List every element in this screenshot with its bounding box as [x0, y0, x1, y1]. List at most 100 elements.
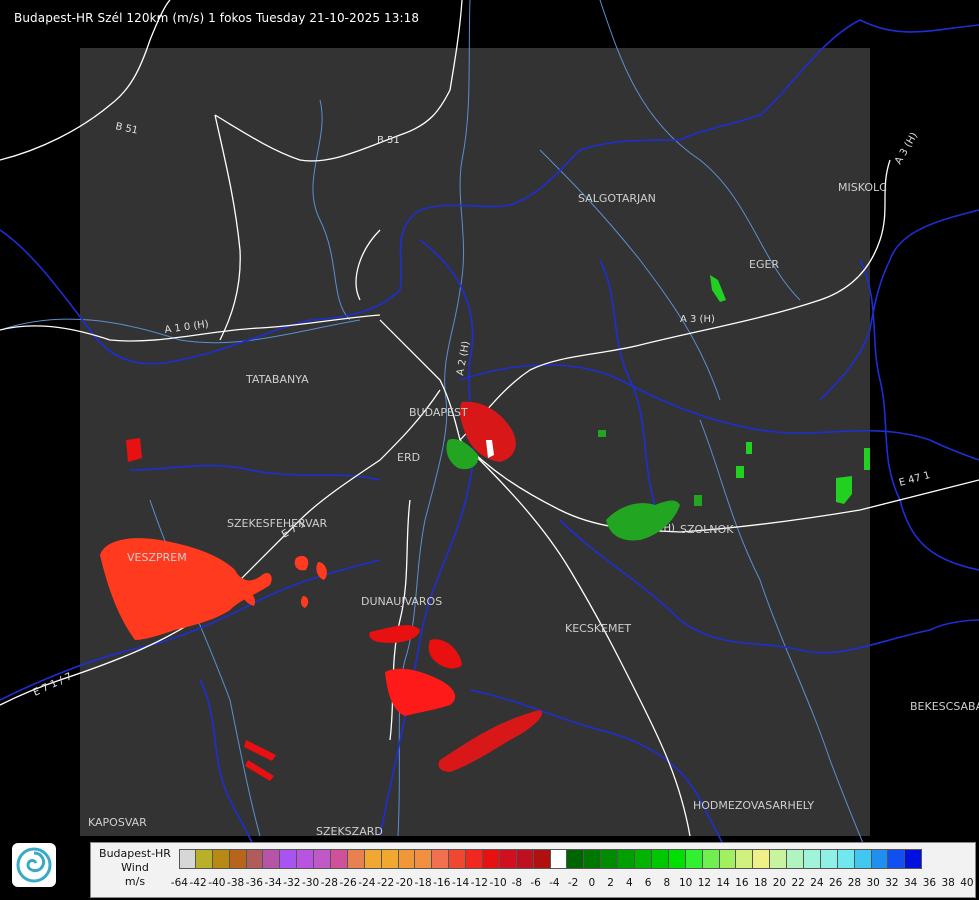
- legend-swatch: [618, 849, 636, 869]
- legend-tick-label: -24: [358, 877, 376, 889]
- legend-swatch: [736, 849, 754, 869]
- legend-ticks: -64 -42 -40 -38 -36 -34 -32 -30 -28 -26 -24 -22 -20-…: [170, 877, 979, 891]
- city-label: SZOLNOK: [680, 523, 734, 536]
- road-label: B 51: [114, 121, 139, 136]
- road-label: B 51: [377, 135, 400, 146]
- city-label: BUDAPEST: [409, 406, 468, 419]
- legend-swatch: [347, 849, 365, 869]
- legend-tick-label: 24: [810, 877, 824, 889]
- road-label: A 3 (H): [893, 131, 920, 167]
- legend-swatch: [905, 849, 923, 869]
- legend-title-line: Wind: [121, 861, 149, 874]
- legend-swatch: [499, 849, 517, 869]
- road-label: A 1 0 (H): [164, 319, 210, 336]
- legend-tick-label: -16: [433, 877, 451, 889]
- city-label: VESZPREM: [127, 551, 187, 564]
- legend-swatch: [229, 849, 247, 869]
- echo-somogy-1: [244, 740, 276, 761]
- legend-swatch: [753, 849, 771, 869]
- legend-tick-label: 14: [716, 877, 730, 889]
- legend-tick-label: -4: [549, 877, 560, 889]
- legend-swatch: [483, 849, 500, 869]
- legend-swatch: [702, 849, 720, 869]
- legend-tick-label: 10: [678, 877, 693, 889]
- legend-tick-label: -14: [452, 877, 470, 889]
- city-label: DUNAUJVAROS: [361, 595, 442, 608]
- legend-swatch: [719, 849, 737, 869]
- echo-east-3: [736, 466, 744, 478]
- map-title: Budapest-HR Szél 120km (m/s) 1 fokos Tue…: [14, 11, 420, 25]
- legend-swatch: [415, 849, 433, 869]
- legend-tick-label: 8: [663, 877, 671, 889]
- echo-east-4: [746, 442, 752, 454]
- legend-tick-label: -22: [377, 877, 395, 889]
- legend-swatch: [787, 849, 804, 869]
- city-label: MISKOLC: [838, 181, 887, 194]
- legend-tick-label: 2: [607, 877, 614, 889]
- legend-swatch: [770, 849, 788, 869]
- legend-tick-label: -12: [470, 877, 488, 889]
- legend-swatch: [635, 849, 652, 869]
- legend-swatch: [398, 849, 416, 869]
- legend-swatch: [263, 849, 281, 869]
- legend-swatch: [584, 849, 602, 869]
- legend-tick-label: 16: [735, 877, 749, 889]
- legend-swatch: [854, 849, 872, 869]
- city-label: KECSKEMET: [565, 622, 631, 635]
- legend-tick-label: 40: [960, 877, 974, 889]
- legend-tick-label: -36: [245, 877, 263, 889]
- legend-tick-label: -40: [208, 877, 226, 889]
- legend-tick-label: 36: [922, 877, 937, 889]
- legend-tick-label: 26: [828, 877, 843, 889]
- legend-swatch: [314, 849, 332, 869]
- map-layer: B 51B 51A 1 0 (H)A 2 (H)A 3 (H)A 3 (H)A …: [0, 0, 979, 861]
- legend-tick-label: 22: [791, 877, 805, 889]
- legend-tick-label: 4: [626, 877, 633, 889]
- echo-veszprem-d: [300, 596, 309, 608]
- legend-swatch: [179, 849, 196, 869]
- legend-swatch: [449, 849, 467, 869]
- radar-map-view: B 51B 51A 1 0 (H)A 2 (H)A 3 (H)A 3 (H)A …: [0, 0, 979, 900]
- legend-swatch: [297, 849, 315, 869]
- legend-swatch: [668, 849, 686, 869]
- legend-tick-label: -30: [302, 877, 320, 889]
- legend-tick-label: 38: [941, 877, 955, 889]
- legend-swatch: [195, 849, 213, 869]
- legend-swatch: [651, 849, 669, 869]
- swirl-icon: [16, 847, 52, 883]
- legend-swatch: [888, 849, 906, 869]
- color-legend: Budapest-HR Wind m/s -64 -42 -40 -38 -36 -34-…: [90, 842, 979, 898]
- legend-title: Budapest-HR Wind m/s: [91, 847, 179, 889]
- legend-swatch: [803, 849, 821, 869]
- legend-tick-label: 30: [866, 877, 880, 889]
- echo-eger: [710, 275, 726, 302]
- legend-swatch: [533, 849, 551, 869]
- legend-tick-label: 18: [753, 877, 768, 889]
- echo-veszprem-b: [294, 555, 309, 571]
- legend-tick-label: -18: [414, 877, 432, 889]
- echo-tata: [126, 438, 142, 462]
- legend-tick-label: -26: [339, 877, 357, 889]
- legend-swatch: [331, 849, 348, 869]
- legend-tick-label: 34: [903, 877, 918, 889]
- city-label: SZEKESFEHERVAR: [227, 517, 328, 530]
- legend-swatch: [280, 849, 298, 869]
- road-label: A 3 (H): [680, 314, 715, 325]
- legend-tick-label: -8: [511, 877, 523, 889]
- legend-tick-label: 28: [847, 877, 862, 889]
- legend-swatch: [550, 849, 568, 869]
- legend-tick-label: 32: [885, 877, 899, 889]
- legend-tick-label: -32: [283, 877, 301, 889]
- city-label: KAPOSVAR: [88, 816, 147, 829]
- city-label: TATABANYA: [245, 373, 309, 386]
- legend-swatch: [516, 849, 534, 869]
- city-label: BEKESCSABA: [910, 700, 979, 713]
- echo-dunaujvaros-3: [385, 668, 456, 716]
- legend-swatch: [837, 849, 855, 869]
- omsz-logo: [12, 843, 56, 887]
- legend-tick-label: -10: [489, 877, 507, 889]
- legend-tick-label: -34: [264, 877, 282, 889]
- legend-swatch: [567, 849, 585, 869]
- echo-east-2: [864, 448, 870, 470]
- legend-title-line: m/s: [124, 875, 146, 888]
